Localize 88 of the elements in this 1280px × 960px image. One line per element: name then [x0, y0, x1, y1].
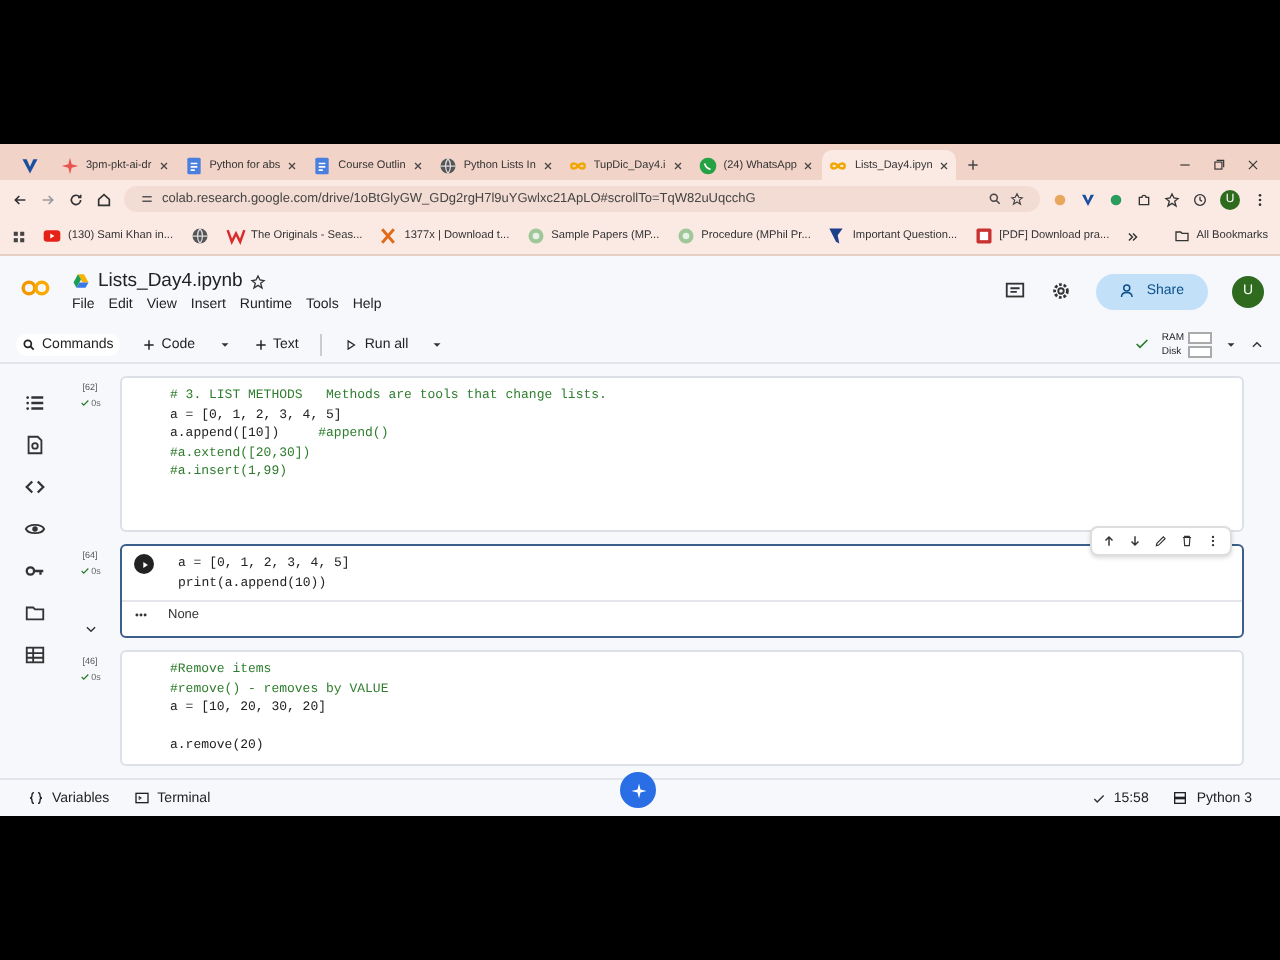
play-icon [139, 559, 149, 569]
braces-icon [28, 790, 44, 806]
caret-icon [1224, 337, 1238, 351]
star-icon [250, 273, 267, 289]
star-icon [1010, 192, 1024, 206]
more-button[interactable] [1206, 534, 1220, 548]
flag-icon [826, 226, 847, 246]
zoom-icon [988, 192, 1002, 206]
list-icon [23, 392, 45, 414]
check-icon [79, 398, 90, 408]
globe-icon [189, 226, 210, 246]
pencil-icon [1154, 534, 1168, 548]
document-icon [183, 155, 204, 175]
pdf-icon [973, 226, 994, 246]
delete-button[interactable] [1180, 534, 1194, 548]
back-icon [12, 191, 28, 207]
caret-icon [430, 337, 445, 351]
plus-icon [141, 337, 156, 351]
move-up-button[interactable] [1102, 534, 1116, 548]
play-icon [42, 226, 62, 246]
close-icon [938, 159, 951, 171]
check-icon [79, 672, 90, 682]
code-icon [23, 476, 45, 498]
seal-icon [525, 226, 546, 246]
arrow-down-icon [1128, 534, 1142, 548]
x-logo-icon [378, 226, 399, 246]
chevron-icon [1125, 229, 1140, 243]
close-icon [1246, 158, 1260, 172]
caret-icon [217, 337, 232, 351]
forward-icon [40, 191, 56, 207]
server-icon [1172, 790, 1189, 806]
settings-icon [1050, 280, 1073, 302]
v-logo-icon [20, 155, 40, 175]
terminal-icon [133, 790, 150, 806]
seal-icon [675, 226, 696, 246]
search-icon [22, 337, 36, 351]
sliders-icon [140, 192, 154, 206]
collapse-icon [83, 622, 97, 636]
key-icon [23, 560, 45, 582]
table-icon [23, 644, 45, 666]
more-icon [1206, 534, 1220, 548]
edit-button[interactable] [1154, 534, 1168, 548]
drive-icon [72, 272, 90, 290]
sparkle-icon [60, 155, 80, 175]
check-icon [79, 566, 90, 576]
chat-bubble-icon [697, 155, 718, 175]
disk-meter [1188, 345, 1212, 357]
close-icon [541, 159, 554, 171]
notebook-title[interactable]: Lists_Day4.ipynb [98, 270, 243, 292]
document-icon [312, 155, 333, 175]
ram-meter [1188, 331, 1212, 343]
home-icon [96, 191, 112, 207]
find-document-icon [23, 434, 45, 456]
close-icon [286, 159, 299, 171]
star-icon [1164, 191, 1180, 207]
globe-icon [437, 155, 458, 175]
w-logo-icon [225, 226, 246, 246]
eye-icon [23, 518, 45, 540]
apps-icon [12, 229, 26, 243]
folder-icon [1174, 228, 1191, 244]
comment-icon [1004, 280, 1027, 302]
check-icon [1091, 791, 1106, 805]
restore-icon [1212, 158, 1226, 172]
extension-icon [1052, 191, 1068, 207]
plus-icon [253, 337, 268, 351]
minimize-icon [1178, 158, 1192, 172]
extension-icon [1108, 191, 1124, 207]
sparkle-button[interactable] [620, 772, 656, 808]
close-icon [671, 159, 684, 171]
reload-icon [68, 191, 84, 207]
people-icon [1120, 282, 1139, 300]
chevron-up-icon [1250, 337, 1264, 351]
more-icon [134, 608, 148, 622]
close-icon [802, 159, 815, 171]
check-icon [1133, 336, 1150, 352]
bookmark-item[interactable] [189, 226, 210, 246]
run-cell-button[interactable] [134, 554, 154, 574]
history-icon [1192, 191, 1208, 207]
folder-icon [23, 602, 45, 624]
move-down-button[interactable] [1128, 534, 1142, 548]
play-icon [344, 337, 359, 351]
trash-icon [1180, 534, 1194, 548]
v-logo-icon [1080, 191, 1096, 207]
arrow-up-icon [1102, 534, 1116, 548]
sparkle-icon [629, 781, 647, 799]
plus-icon [966, 158, 981, 172]
close-icon [411, 159, 424, 171]
close-icon [157, 159, 170, 171]
